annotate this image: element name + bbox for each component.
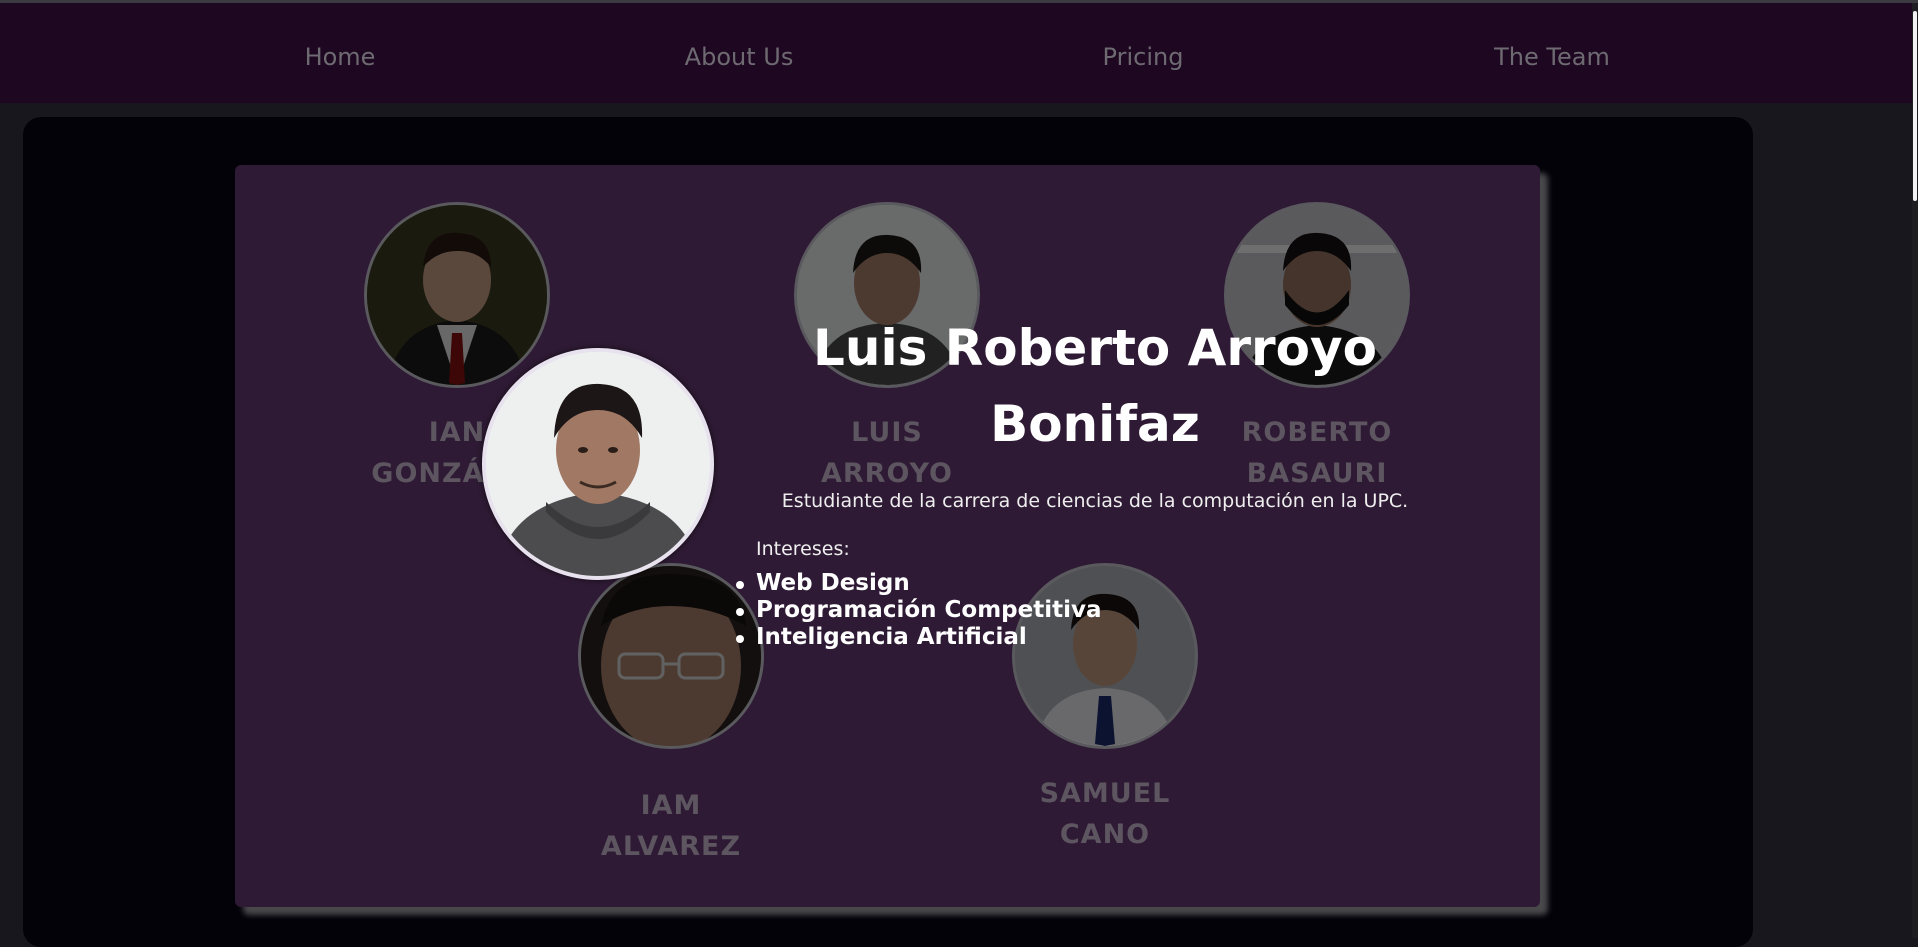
nav-pricing-link[interactable]: Pricing [1103, 3, 1184, 103]
nav-home-link[interactable]: Home [305, 3, 376, 103]
top-navbar: Home About Us Pricing The Team [0, 3, 1912, 103]
member-avatar[interactable] [364, 202, 550, 388]
portrait-hoodie-large-image [486, 352, 710, 576]
interest-item: Inteligencia Artificial [736, 624, 1102, 651]
portrait-glasses-closeup-image [581, 566, 761, 746]
member-avatar[interactable] [578, 563, 764, 749]
nav-about-us-link[interactable]: About Us [685, 3, 794, 103]
selected-member-description: Estudiante de la carrera de ciencias de … [781, 490, 1409, 512]
selected-member-avatar[interactable] [482, 348, 714, 580]
nav-the-team-link[interactable]: The Team [1494, 3, 1610, 103]
interest-item: Programación Competitiva [736, 597, 1102, 623]
interests-list: Web Design Programación Competitiva Inte… [736, 570, 1102, 651]
member-last-name: ALVAREZ [600, 831, 742, 862]
member-first-name: SAMUEL [1039, 778, 1171, 809]
member-first-name: IAM [640, 790, 702, 821]
interest-item: Web Design [736, 570, 1102, 597]
scrollbar-thumb[interactable] [1913, 11, 1917, 201]
selected-member-name: Luis Roberto Arroyo Bonifaz [813, 319, 1377, 453]
portrait-suit-red-tie-image [367, 205, 547, 385]
member-last-name: CANO [1059, 819, 1151, 850]
page-scrollbar[interactable] [1912, 3, 1918, 938]
interests-label: Intereses: [756, 538, 850, 560]
